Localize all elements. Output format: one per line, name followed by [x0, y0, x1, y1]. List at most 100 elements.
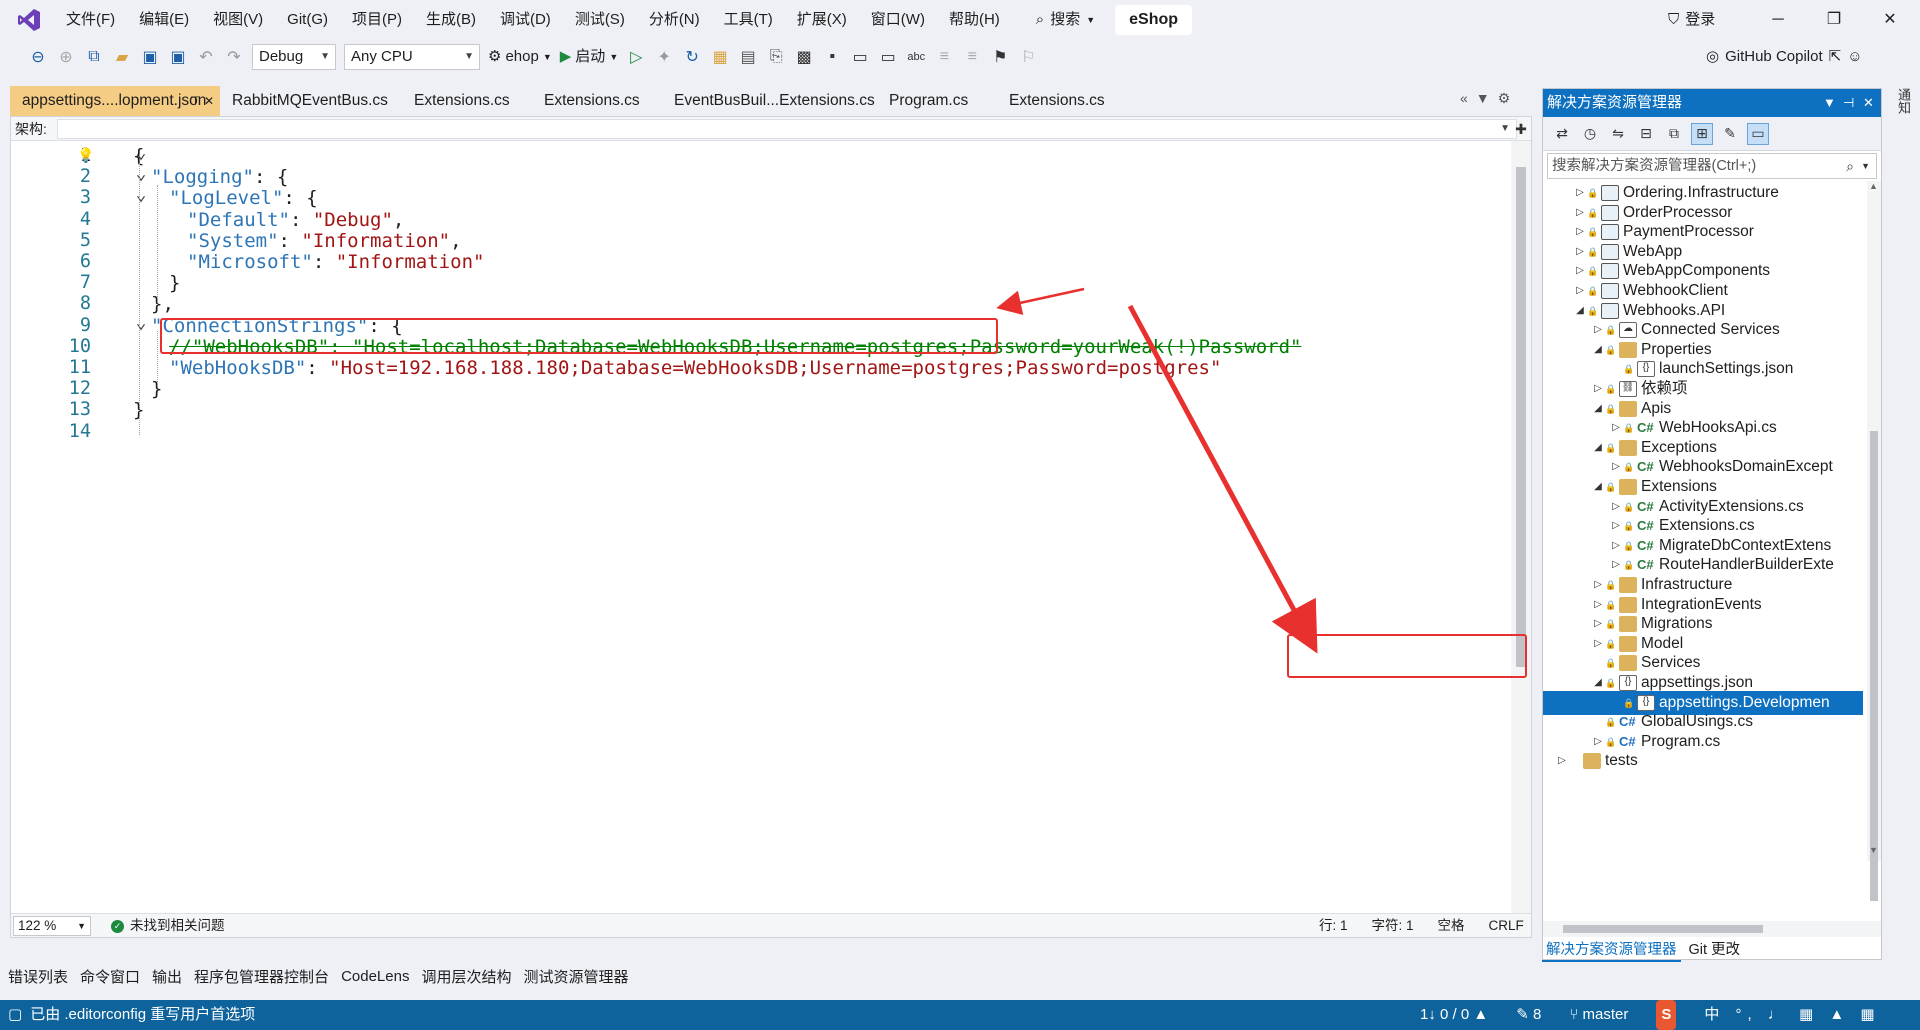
menu-item[interactable]: 窗口(W)	[859, 5, 937, 35]
new-project-icon[interactable]: ⧉	[83, 44, 105, 70]
configuration-select[interactable]: Debug ▼	[252, 44, 336, 70]
collapse-all-icon[interactable]: ⊟	[1635, 123, 1657, 145]
edits-status[interactable]: ✎ 8	[1516, 1000, 1541, 1030]
editor-vertical-scrollbar[interactable]	[1511, 141, 1531, 913]
sync-icon[interactable]: ⇋	[1607, 123, 1629, 145]
hot-reload-icon[interactable]: ✦	[653, 44, 675, 70]
tab[interactable]: RabbitMQEventBus.cs	[220, 86, 402, 116]
scrollbar-thumb[interactable]	[1516, 167, 1526, 667]
menu-item[interactable]: 帮助(H)	[937, 5, 1012, 35]
fold-toggle-icon[interactable]: ⌄	[133, 185, 149, 205]
tab[interactable]: Extensions.cs	[402, 86, 532, 116]
menu-item[interactable]: 项目(P)	[340, 5, 414, 35]
tool-window-tab[interactable]: 调用层次结构	[421, 966, 511, 987]
menu-item[interactable]: 测试(S)	[563, 5, 637, 35]
refresh-icon[interactable]: ↻	[681, 44, 703, 70]
sync-status[interactable]: 1↓ 0 / 0 ▲	[1420, 1000, 1488, 1030]
back-icon[interactable]: ⊖	[27, 44, 49, 70]
split-editor-icon[interactable]: ✚	[1511, 117, 1531, 141]
uncomment-icon[interactable]: ≡	[961, 44, 983, 70]
menu-item[interactable]: 视图(V)	[201, 5, 275, 35]
filter-icon[interactable]: ⊞	[1691, 122, 1713, 145]
menu-item[interactable]: 文件(F)	[54, 5, 127, 35]
tab[interactable]: EventBusBuil...Extensions.cs	[662, 86, 877, 116]
search-box[interactable]: ⌕ 搜索 ▼	[1026, 6, 1105, 34]
pin-icon[interactable]: ⊣	[1843, 89, 1854, 117]
menu-item[interactable]: 生成(B)	[414, 5, 488, 35]
menu-item[interactable]: 编辑(E)	[127, 5, 201, 35]
save-icon[interactable]: ▣	[139, 44, 161, 70]
tab-solution-explorer[interactable]: 解决方案资源管理器	[1542, 938, 1681, 962]
tree-vertical-scrollbar[interactable]: ▲ ▼	[1867, 181, 1881, 901]
dropdown-icon[interactable]: ▼	[1823, 89, 1836, 117]
tab-active[interactable]: appsettings....lopment.json ⊤ ✕	[10, 86, 220, 116]
switch-views-icon[interactable]: ⇄	[1551, 123, 1573, 145]
undo-icon[interactable]: ↶	[195, 44, 217, 70]
preview-icon[interactable]: ▭	[1747, 122, 1769, 145]
ime-icon[interactable]: S	[1656, 1000, 1677, 1030]
close-icon[interactable]: ✕	[1863, 89, 1874, 117]
open-folder-icon[interactable]: ▰	[111, 44, 133, 70]
schema-select[interactable]: ▼	[57, 119, 1517, 139]
bookmark-icon[interactable]: ⎘	[765, 44, 787, 70]
whitespace-info[interactable]: 空格	[1438, 914, 1465, 938]
fold-toggle-icon[interactable]: ⌄	[133, 164, 149, 184]
pending-changes-icon[interactable]: ◷	[1579, 123, 1601, 145]
terminal-icon[interactable]: ▪	[821, 44, 843, 70]
scroll-down-icon[interactable]: ▼	[1869, 845, 1878, 855]
settings-icon[interactable]: ⚙	[1498, 90, 1511, 107]
tool-window-tab[interactable]: 程序包管理器控制台	[194, 966, 329, 987]
notifications-strip[interactable]: 通知	[1888, 88, 1918, 188]
github-copilot-button[interactable]: ◎ GitHub Copilot ⇱ ☺	[1706, 44, 1863, 70]
toolbox-icon[interactable]: ▦	[709, 44, 731, 70]
branch-status[interactable]: ⑂ master	[1569, 1000, 1628, 1030]
menu-item[interactable]: 分析(N)	[637, 5, 712, 35]
close-button[interactable]: ✕	[1876, 8, 1904, 32]
scrollbar-thumb[interactable]	[1870, 431, 1878, 901]
window-icon[interactable]: ▭	[849, 44, 871, 70]
tab[interactable]: Program.cs	[877, 86, 997, 116]
tab-list-icon[interactable]: «	[1460, 90, 1468, 107]
tree-horizontal-scrollbar[interactable]	[1543, 921, 1881, 937]
tab[interactable]: Extensions.cs	[532, 86, 662, 116]
tab[interactable]: Extensions.cs	[997, 86, 1127, 116]
tool-window-tab[interactable]: 命令窗口	[80, 966, 140, 987]
issues-indicator[interactable]: ✓ 未找到相关问题	[111, 914, 225, 938]
forward-icon[interactable]: ⊕	[55, 44, 77, 70]
tree-item[interactable]: ▷ tests	[1543, 749, 1863, 773]
save-all-icon[interactable]: ▣	[167, 44, 189, 70]
redo-icon[interactable]: ↷	[223, 44, 245, 70]
menu-item[interactable]: 工具(T)	[712, 5, 785, 35]
platform-select[interactable]: Any CPU ▼	[344, 44, 480, 70]
start-without-debug-icon[interactable]: ▷	[625, 44, 647, 70]
show-all-files-icon[interactable]: ⧉	[1663, 123, 1685, 145]
fold-toggle-icon[interactable]: ⌄	[133, 312, 149, 333]
code-area[interactable]: 1 💡 ⌄{2 ⌄ "Logging": {3 ⌄ "LogLevel": {4 "Defau…	[11, 141, 1511, 911]
menu-item[interactable]: Git(G)	[275, 5, 340, 35]
flag-icon[interactable]: ⚑	[989, 44, 1011, 70]
startup-project-select[interactable]: ⚙ ehop ▼	[488, 44, 552, 70]
tool-window-tab[interactable]: 测试资源管理器	[523, 966, 628, 987]
menu-item[interactable]: 扩展(X)	[785, 5, 859, 35]
minimize-button[interactable]: ─	[1764, 8, 1792, 32]
line-info[interactable]: 行: 1	[1319, 914, 1348, 938]
tab-dropdown-icon[interactable]: ▼	[1476, 90, 1490, 107]
expand-icon[interactable]: ▷	[1555, 749, 1569, 773]
camera-icon[interactable]: ▩	[793, 44, 815, 70]
tool-window-tab[interactable]: CodeLens	[341, 968, 409, 985]
maximize-button[interactable]: ❐	[1820, 8, 1848, 32]
menu-item[interactable]: 调试(D)	[488, 5, 563, 35]
tool-window-tab[interactable]: 输出	[152, 966, 182, 987]
properties-icon[interactable]: ✎	[1719, 123, 1741, 145]
tab-close-icon[interactable]: ⊤ ✕	[190, 86, 214, 116]
scrollbar-thumb[interactable]	[1563, 925, 1763, 933]
code-line[interactable]: 14	[11, 419, 1511, 445]
char-info[interactable]: 字符: 1	[1372, 914, 1414, 938]
comment-icon[interactable]: ≡	[933, 44, 955, 70]
flag-next-icon[interactable]: ⚐	[1017, 44, 1039, 70]
login-button[interactable]: ⛉ 登录	[1668, 6, 1715, 34]
spellcheck-icon[interactable]: abc	[905, 44, 927, 70]
tool-window-tab[interactable]: 错误列表	[8, 966, 68, 987]
zoom-select[interactable]: 122 % ▼	[13, 916, 91, 936]
eol-info[interactable]: CRLF	[1489, 914, 1524, 938]
